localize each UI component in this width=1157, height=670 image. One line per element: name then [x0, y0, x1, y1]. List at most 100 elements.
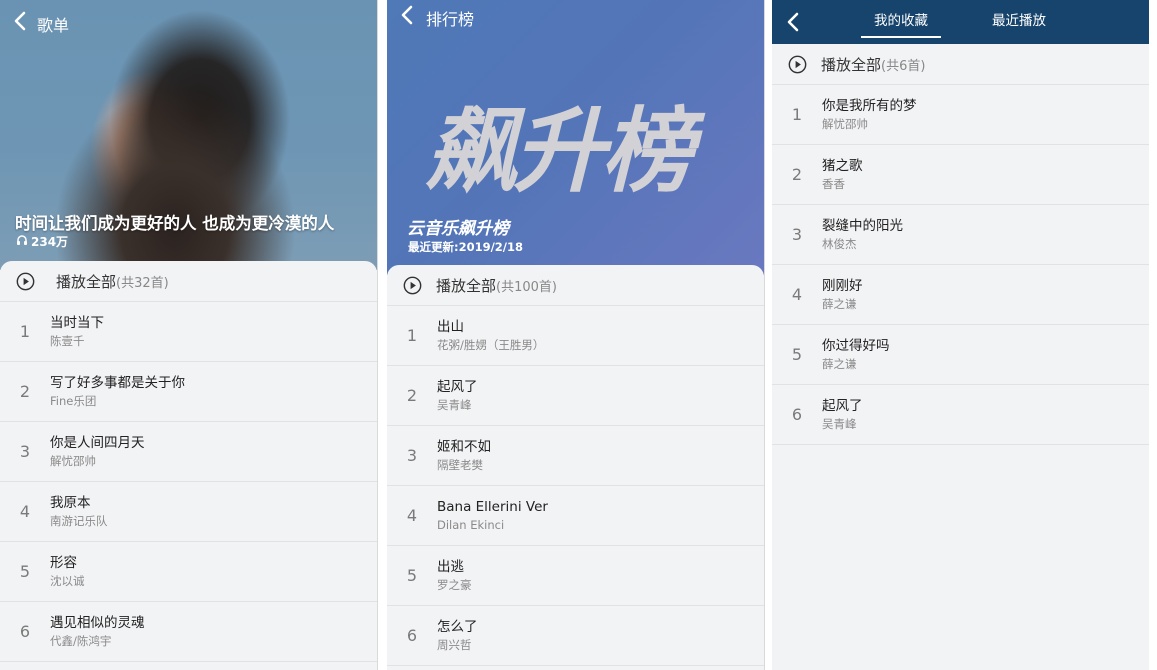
- panel-divider: [377, 0, 378, 670]
- back-arrow-icon[interactable]: [397, 4, 419, 26]
- song-title: 出山: [437, 318, 464, 335]
- song-list-panel: 播放全部 (共32首) 1 当时当下 陈壹千 2 写了好多事都是关于你 Fine乐团 3 你是…: [0, 261, 377, 662]
- song-row[interactable]: 4 刚刚好 薛之谦: [772, 265, 1149, 325]
- song-meta: Bana Ellerini Ver Dilan Ekinci: [437, 498, 548, 534]
- song-meta: 形容 沈以诚: [50, 554, 85, 590]
- song-row[interactable]: 6 遇见相似的灵魂 代鑫/陈鸿宇: [0, 602, 377, 662]
- header-title: 排行榜: [426, 10, 475, 29]
- song-artist: 薛之谦: [822, 296, 857, 311]
- song-list: 1 出山 花粥/胜娚（王胜男） 2 起风了 吴青峰 3 姬和不如 隔壁老樊 4 Bana Eller…: [387, 306, 764, 666]
- song-row[interactable]: 6 起风了吴青峰: [772, 385, 1149, 445]
- song-row[interactable]: 6 怎么了 周兴哲: [387, 606, 764, 666]
- song-artist: 沈以诚: [50, 573, 85, 588]
- play-circle-icon: [16, 272, 35, 291]
- song-title: 裂缝中的阳光: [822, 217, 903, 234]
- play-all-button[interactable]: 播放全部 (共100首): [387, 265, 764, 306]
- song-title: 你是人间四月天: [50, 434, 145, 451]
- song-row[interactable]: 1 你是我所有的梦 解忧邵帅: [772, 85, 1149, 145]
- update-date: 最近更新:2019/2/18: [408, 240, 524, 254]
- song-artist: 代鑫/陈鸿宇: [50, 633, 112, 648]
- song-artist: 解忧邵帅: [50, 453, 96, 468]
- song-title: 起风了: [822, 397, 863, 414]
- song-meta: 猪之歌 香香: [822, 157, 863, 193]
- play-all-count: (共6首): [881, 58, 926, 74]
- song-meta: 你是人间四月天 解忧邵帅: [50, 434, 145, 470]
- song-meta: 我原本 南游记乐队: [50, 494, 108, 530]
- back-arrow-icon[interactable]: [10, 10, 32, 32]
- tab-recently-played[interactable]: 最近播放: [992, 0, 1046, 44]
- song-meta: 起风了 吴青峰: [822, 397, 863, 433]
- song-index: 6: [791, 405, 803, 424]
- song-title: 起风了: [437, 378, 478, 395]
- play-circle-icon: [403, 276, 422, 295]
- song-artist: 花粥/胜娚（王胜男）: [437, 337, 545, 352]
- song-list: 1 你是我所有的梦 解忧邵帅 2 猪之歌 香香 3 裂缝中的阳光 林俊杰 4 刚刚好 薛之谦 5 你过得好…: [772, 85, 1149, 445]
- song-artist: 吴青峰: [822, 416, 857, 431]
- song-index: 2: [791, 165, 803, 184]
- play-all-label: 播放全部: [436, 276, 497, 295]
- song-index: 4: [19, 502, 31, 521]
- song-row[interactable]: 2 猪之歌 香香: [772, 145, 1149, 205]
- play-circle-icon: [788, 55, 807, 74]
- song-row[interactable]: 2 写了好多事都是关于你 Fine乐团: [0, 362, 377, 422]
- song-meta: 出逃 罗之豪: [437, 558, 472, 594]
- song-meta: 当时当下 陈壹千: [50, 314, 104, 350]
- song-list-panel: 播放全部 (共6首) 1 你是我所有的梦 解忧邵帅 2 猪之歌 香香 3 裂缝中的阳光 林俊杰 4…: [772, 44, 1149, 445]
- play-all-button[interactable]: 播放全部 (共6首): [772, 44, 1149, 85]
- song-index: 5: [406, 566, 418, 585]
- song-index: 1: [791, 105, 803, 124]
- song-row[interactable]: 4 Bana Ellerini Ver Dilan Ekinci: [387, 486, 764, 546]
- playlist-cover: 歌单 时间让我们成为更好的人 也成为更冷漠的人 234万: [0, 0, 377, 270]
- back-arrow-icon[interactable]: [783, 11, 805, 33]
- playlist-name: 时间让我们成为更好的人 也成为更冷漠的人: [15, 214, 335, 233]
- song-index: 1: [406, 326, 418, 345]
- song-meta: 刚刚好 薛之谦: [822, 277, 863, 313]
- song-artist: 薛之谦: [822, 356, 857, 371]
- song-list-panel: 播放全部 (共100首) 1 出山 花粥/胜娚（王胜男） 2 起风了 吴青峰 3 姬和不如 隔壁…: [387, 265, 764, 666]
- song-title: 写了好多事都是关于你: [50, 374, 185, 391]
- song-row[interactable]: 5 出逃罗之豪: [387, 546, 764, 606]
- song-index: 6: [406, 626, 418, 645]
- song-row[interactable]: 5 你过得好吗 薛之谦: [772, 325, 1149, 385]
- song-artist: 隔壁老樊: [437, 457, 483, 472]
- song-row[interactable]: 5 形容 沈以诚: [0, 542, 377, 602]
- panel-divider: [764, 0, 765, 670]
- song-title: 你是我所有的梦: [822, 97, 917, 114]
- tab-my-favorites[interactable]: 我的收藏: [861, 0, 941, 44]
- song-meta: 你是我所有的梦 解忧邵帅: [822, 97, 917, 133]
- chart-name: 云音乐飙升榜: [407, 219, 509, 239]
- song-index: 6: [19, 622, 31, 641]
- song-index: 4: [406, 506, 418, 525]
- song-row[interactable]: 1 当时当下 陈壹千: [0, 302, 377, 362]
- song-meta: 姬和不如 隔壁老樊: [437, 438, 491, 474]
- song-title: 刚刚好: [822, 277, 863, 294]
- headphones-icon: [16, 234, 28, 249]
- play-all-label: 播放全部: [56, 272, 117, 291]
- song-index: 5: [19, 562, 31, 581]
- song-title: 你过得好吗: [822, 337, 890, 354]
- song-title: 出逃: [437, 558, 464, 575]
- song-index: 3: [791, 225, 803, 244]
- song-meta: 起风了 吴青峰: [437, 378, 478, 414]
- song-artist: Dilan Ekinci: [437, 517, 505, 532]
- song-index: 3: [406, 446, 418, 465]
- song-row[interactable]: 3 姬和不如隔壁老樊: [387, 426, 764, 486]
- song-artist: 南游记乐队: [50, 513, 108, 528]
- song-artist: 香香: [822, 176, 845, 191]
- song-title: 姬和不如: [437, 438, 491, 455]
- song-artist: 吴青峰: [437, 397, 472, 412]
- song-meta: 遇见相似的灵魂 代鑫/陈鸿宇: [50, 614, 145, 650]
- song-index: 3: [19, 442, 31, 461]
- play-all-label: 播放全部: [821, 55, 882, 74]
- song-artist: 周兴哲: [437, 637, 472, 652]
- song-row[interactable]: 3 你是人间四月天 解忧邵帅: [0, 422, 377, 482]
- play-all-count: (共100首): [496, 279, 557, 295]
- song-artist: 罗之豪: [437, 577, 472, 592]
- song-row[interactable]: 1 出山花粥/胜娚（王胜男）: [387, 306, 764, 366]
- song-row[interactable]: 4 我原本 南游记乐队: [0, 482, 377, 542]
- song-row[interactable]: 2 起风了 吴青峰: [387, 366, 764, 426]
- song-row[interactable]: 3 裂缝中的阳光 林俊杰: [772, 205, 1149, 265]
- song-artist: 林俊杰: [822, 236, 857, 251]
- play-all-button[interactable]: 播放全部 (共32首): [0, 261, 377, 302]
- song-artist: 解忧邵帅: [822, 116, 868, 131]
